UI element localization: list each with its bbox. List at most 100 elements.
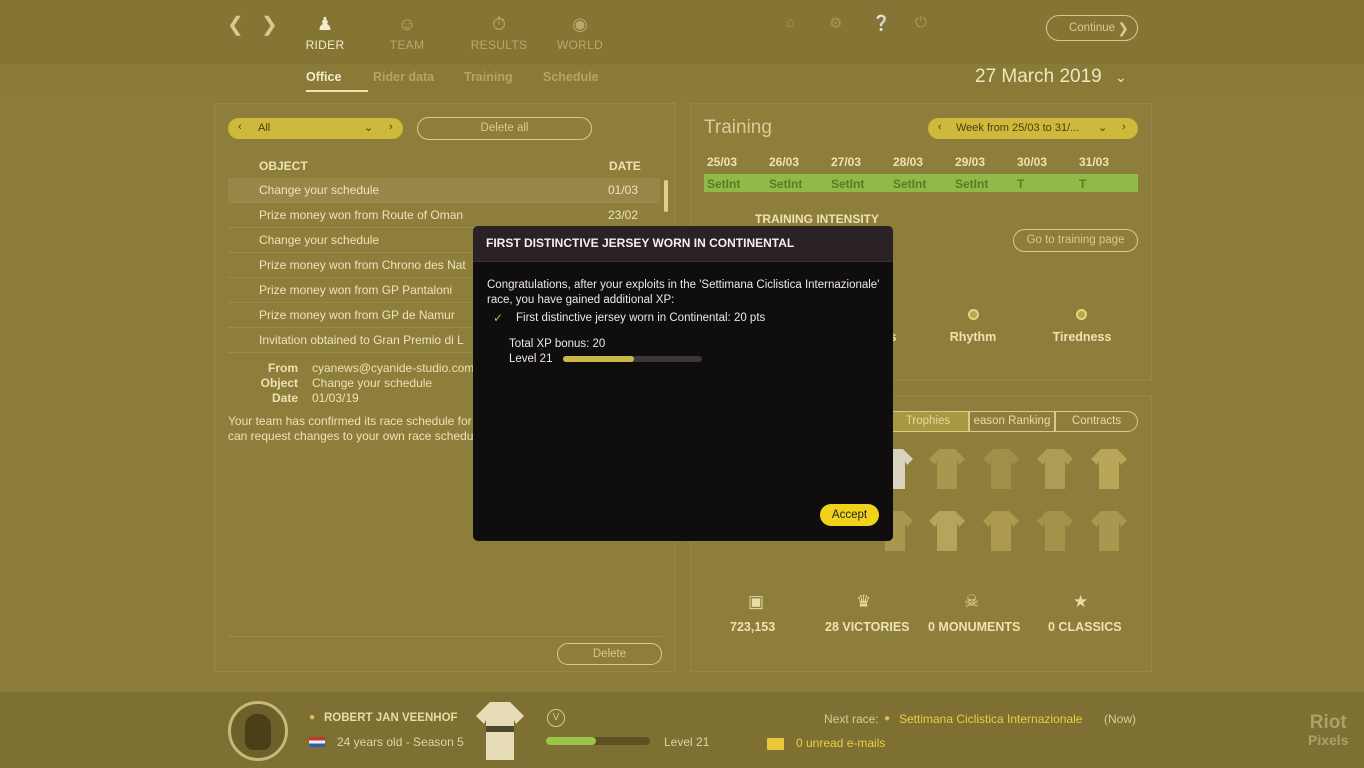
- xp-dialog: FIRST DISTINCTIVE JERSEY WORN IN CONTINE…: [473, 226, 893, 541]
- next-race-suffix: (Now): [1104, 712, 1136, 726]
- tab-trophies[interactable]: Trophies: [887, 411, 969, 432]
- xp-progress-fill: [563, 356, 634, 362]
- team-icon: ☺: [397, 14, 417, 34]
- training-cell[interactable]: SetInt: [831, 177, 864, 191]
- rider-portrait: [245, 714, 271, 750]
- trophy-icon: ☠: [964, 592, 980, 611]
- tab-rider[interactable]: ♟ RIDER: [285, 12, 365, 52]
- forward-arrow-icon[interactable]: ❯: [261, 12, 278, 37]
- level-progress-fill: [546, 737, 596, 745]
- rider-jersey-icon: [476, 702, 524, 760]
- info-icon: ●: [309, 712, 316, 723]
- rhythm-label: Rhythm: [949, 330, 997, 344]
- subtab-office[interactable]: Office: [306, 70, 341, 84]
- next-race-link[interactable]: Settimana Ciclistica Internazionale: [899, 712, 1082, 726]
- gear-icon[interactable]: ⚙: [829, 14, 842, 32]
- go-to-training-button[interactable]: Go to training page: [1013, 229, 1138, 252]
- victories-count: 28 VICTORIES: [825, 620, 910, 634]
- money-icon: ▣: [748, 592, 765, 611]
- chevron-right-icon[interactable]: ›: [389, 121, 393, 133]
- tiredness-indicator: [1076, 309, 1087, 320]
- date-value: 01/03/19: [312, 391, 359, 405]
- training-title: Training: [704, 117, 772, 138]
- subtab-training[interactable]: Training: [464, 70, 513, 84]
- chevron-down-icon: ⌄: [1115, 69, 1127, 85]
- next-race-label: Next race:: [824, 712, 879, 726]
- money-value: 723,153: [730, 620, 776, 634]
- active-tab-underline: [306, 90, 368, 92]
- chevron-right-icon: ❯: [1117, 20, 1129, 36]
- flag-icon: [309, 737, 325, 747]
- check-icon: ✓: [493, 311, 504, 325]
- xp-progress-bar: [563, 356, 702, 362]
- training-cell[interactable]: SetInt: [955, 177, 988, 191]
- day-header: 28/03: [893, 155, 924, 169]
- crown-icon: ♛: [856, 592, 872, 611]
- monuments-count: 0 MONUMENTS: [928, 620, 1021, 634]
- continue-button[interactable]: Continue ❯: [1046, 15, 1138, 41]
- sub-nav-bar: [0, 64, 1364, 94]
- chevron-left-icon[interactable]: ‹: [238, 121, 242, 133]
- jersey-icon[interactable]: [927, 509, 967, 553]
- mail-filter-dropdown[interactable]: ‹ All ⌄ ›: [228, 118, 403, 139]
- jersey-icon[interactable]: [981, 509, 1021, 553]
- mail-row[interactable]: Prize money won from Route of Oman 23/02: [228, 203, 660, 228]
- accept-button[interactable]: Accept: [820, 504, 879, 526]
- delete-button[interactable]: Delete: [557, 643, 662, 665]
- day-header: 26/03: [769, 155, 800, 169]
- object-label: Object: [260, 376, 298, 390]
- week-selector[interactable]: ‹ Week from 25/03 to 31/... ⌄ ›: [928, 118, 1138, 139]
- tiredness-label: Tiredness: [1052, 330, 1112, 344]
- jersey-icon[interactable]: [981, 447, 1021, 491]
- column-header-object[interactable]: OBJECT: [259, 159, 308, 173]
- watermark-logo: Riot Pixels: [1308, 712, 1349, 748]
- back-arrow-icon[interactable]: ❮: [227, 12, 244, 37]
- day-header: 31/03: [1079, 155, 1110, 169]
- tab-world[interactable]: ◉ WORLD: [540, 12, 620, 52]
- date-label: Date: [271, 391, 298, 405]
- subtab-schedule[interactable]: Schedule: [543, 70, 599, 84]
- tab-contracts[interactable]: Contracts: [1055, 411, 1138, 432]
- top-nav-bar: [0, 0, 1364, 64]
- power-icon[interactable]: ⏻: [915, 14, 927, 31]
- jersey-icon[interactable]: [1089, 447, 1129, 491]
- jersey-icon[interactable]: [1089, 509, 1129, 553]
- level-label: Level 21: [664, 735, 710, 749]
- rider-name[interactable]: ROBERT JAN VEENHOF: [324, 712, 458, 724]
- training-cell[interactable]: SetInt: [707, 177, 740, 191]
- jersey-icon[interactable]: [927, 447, 967, 491]
- divider: [228, 636, 662, 637]
- training-cell[interactable]: T: [1079, 177, 1086, 191]
- chevron-down-icon: ⌄: [364, 122, 374, 134]
- avatar[interactable]: [228, 701, 288, 761]
- jersey-icon[interactable]: [1035, 509, 1075, 553]
- day-header: 27/03: [831, 155, 862, 169]
- dialog-level-label: Level 21: [509, 353, 553, 365]
- dialog-message-line: race, you have gained additional XP:: [487, 294, 675, 306]
- from-label: From: [268, 361, 298, 375]
- mail-row[interactable]: Change your schedule 01/03: [228, 178, 660, 203]
- home-icon[interactable]: ⌂: [786, 14, 795, 31]
- object-value: Change your schedule: [312, 376, 433, 390]
- help-icon[interactable]: ❔: [872, 14, 891, 32]
- tab-results[interactable]: ⏱ RESULTS: [459, 12, 539, 52]
- tab-season-ranking[interactable]: eason Ranking: [969, 411, 1055, 432]
- chevron-left-icon[interactable]: ‹: [938, 121, 942, 133]
- subtab-rider-data[interactable]: Rider data: [373, 70, 434, 84]
- mail-body-line: can request changes to your own race sch…: [228, 429, 483, 443]
- jersey-icon[interactable]: [1035, 447, 1075, 491]
- rhythm-indicator: [968, 309, 979, 320]
- unread-emails-link[interactable]: 0 unread e-mails: [796, 736, 885, 750]
- column-header-date[interactable]: DATE: [609, 159, 641, 173]
- dialog-message-line: Congratulations, after your exploits in …: [487, 279, 880, 291]
- current-date[interactable]: 27 March 2019 ⌄: [975, 66, 1127, 88]
- tab-team[interactable]: ☺ TEAM: [367, 12, 447, 52]
- total-xp-bonus: Total XP bonus: 20: [509, 338, 606, 350]
- chevron-right-icon[interactable]: ›: [1122, 121, 1126, 133]
- training-cell[interactable]: T: [1017, 177, 1024, 191]
- training-cell[interactable]: SetInt: [893, 177, 926, 191]
- training-cell[interactable]: SetInt: [769, 177, 802, 191]
- mail-list-scrollbar[interactable]: [664, 180, 668, 212]
- dialog-title: FIRST DISTINCTIVE JERSEY WORN IN CONTINE…: [473, 226, 893, 262]
- delete-all-button[interactable]: Delete all: [417, 117, 592, 140]
